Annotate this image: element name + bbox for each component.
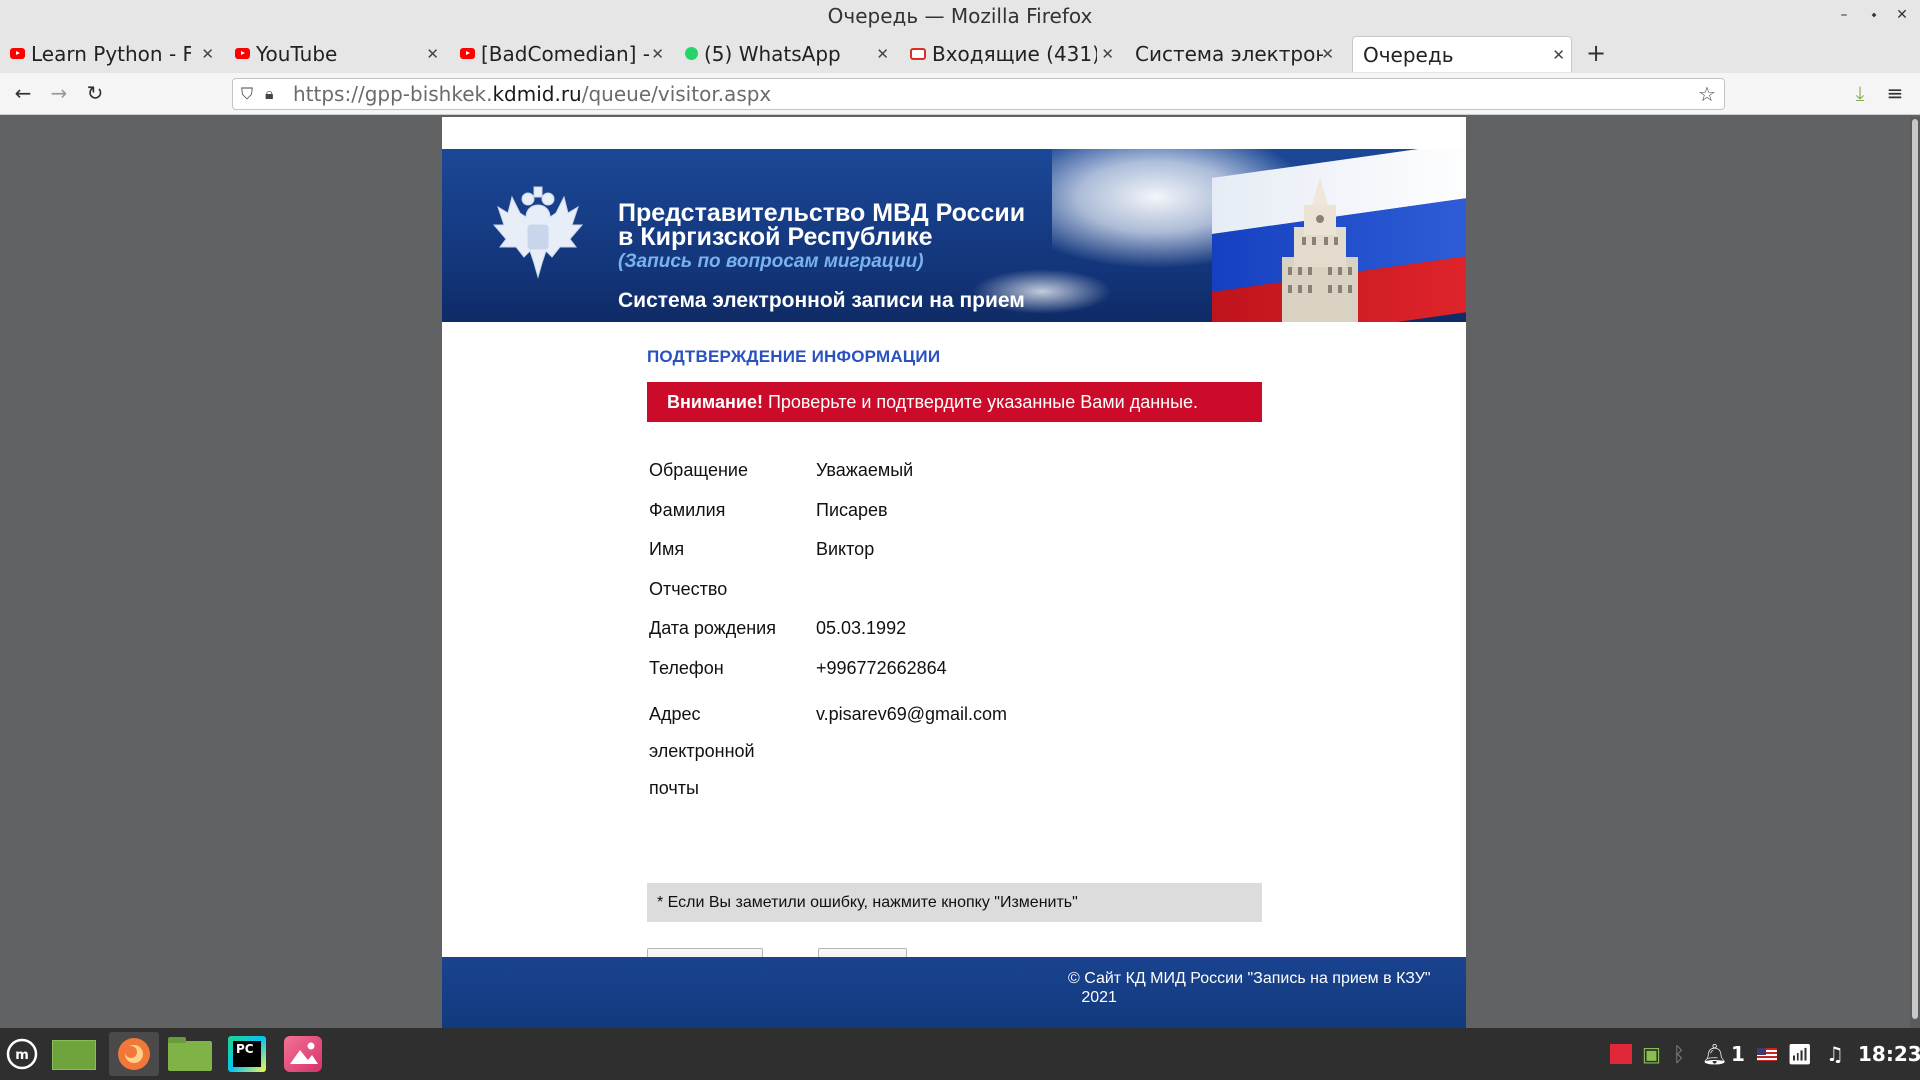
new-tab-button[interactable]: +	[1586, 33, 1606, 73]
field-label: Телефон	[649, 657, 724, 678]
field-label: Дата рождения	[649, 618, 776, 638]
alert-heading: Внимание!	[667, 392, 763, 412]
tab-youtube[interactable]: YouTube ✕	[225, 36, 445, 72]
clock[interactable]: 18:23	[1858, 1028, 1920, 1080]
mint-menu-icon[interactable]: m	[0, 1032, 46, 1076]
workspace-indicator[interactable]: 1	[1731, 1028, 1745, 1080]
banner-system-name: Система электронной записи на прием	[618, 289, 1025, 312]
navigation-bar: ← → ↻ ⛉ 🔒︎ https://gpp-bishkek.kdmid.ru/…	[0, 73, 1920, 115]
warning-alert: Внимание! Проверьте и подтвердите указан…	[647, 382, 1262, 422]
menu-icon[interactable]: ≡	[1880, 78, 1910, 108]
forward-button[interactable]: →	[44, 78, 74, 108]
section-title: ПОДТВЕРЖДЕНИЕ ИНФОРМАЦИИ	[647, 347, 941, 366]
reload-button[interactable]: ↻	[80, 78, 110, 108]
tab-queue-system[interactable]: Система электронн ✕	[1125, 36, 1340, 72]
field-label: Имя	[649, 539, 685, 559]
close-tab-icon[interactable]: ✕	[876, 36, 889, 72]
tab-gmail[interactable]: Входящие (431) - ✕	[900, 36, 1120, 72]
youtube-icon	[460, 48, 475, 59]
shield-icon[interactable]: ⛉	[241, 79, 253, 109]
close-tab-icon[interactable]: ✕	[1321, 36, 1334, 72]
table-row: Фамилия Писарев	[649, 499, 1249, 539]
close-tab-icon[interactable]: ✕	[651, 36, 664, 72]
sound-icon[interactable]: ♫	[1826, 1028, 1844, 1080]
table-row: Адрес электронной почты v.pisarev69@gmai…	[649, 696, 1249, 807]
header-banner: Представительство МВД России в Киргизско…	[442, 149, 1466, 322]
tab-active-queue[interactable]: Очередь ✕	[1352, 36, 1572, 72]
close-tab-icon[interactable]: ✕	[1552, 37, 1565, 72]
page-footer: © Сайт КД МИД России "Запись на прием в …	[442, 957, 1466, 1028]
window-titlebar: Очередь — Mozilla Firefox – ⬩ ✕	[0, 0, 1920, 33]
page-scrollbar[interactable]	[1910, 117, 1920, 1028]
window-title: Очередь — Mozilla Firefox	[827, 4, 1093, 28]
tab-badcomedian[interactable]: [BadComedian] - E ✕	[450, 36, 670, 72]
field-value: Писарев	[816, 499, 888, 520]
url-text[interactable]: https://gpp-bishkek.kdmid.ru/queue/visit…	[293, 79, 771, 109]
youtube-icon	[235, 48, 250, 59]
tab-whatsapp[interactable]: (5) WhatsApp ✕	[675, 36, 895, 72]
close-tab-icon[interactable]: ✕	[426, 36, 439, 72]
confirmation-form: ПОДТВЕРЖДЕНИЕ ИНФОРМАЦИИ Внимание! Прове…	[647, 347, 1267, 984]
keyboard-layout-flag-icon[interactable]	[1757, 1028, 1777, 1080]
update-manager-icon[interactable]	[1610, 1028, 1632, 1080]
minimize-button[interactable]: –	[1832, 0, 1856, 30]
field-value: v.pisarev69@gmail.com	[816, 704, 1008, 724]
page-content: Представительство МВД России в Киргизско…	[442, 117, 1466, 1028]
ministry-building-image	[1282, 177, 1358, 322]
field-label: Фамилия	[649, 499, 726, 520]
gmail-icon	[910, 47, 926, 60]
close-tab-icon[interactable]: ✕	[1101, 36, 1114, 72]
show-desktop-icon[interactable]	[50, 1032, 96, 1076]
field-label: Обращение	[649, 460, 748, 480]
coat-of-arms-icon	[492, 186, 584, 279]
files-icon[interactable]	[166, 1032, 212, 1076]
notifications-icon[interactable]: 🔔︎	[1702, 1028, 1727, 1080]
field-value: 05.03.1992	[816, 618, 907, 638]
banner-subtitle: (Запись по вопросам миграции)	[618, 251, 924, 272]
table-row: Дата рождения 05.03.1992	[649, 617, 1249, 657]
maximize-button[interactable]: ⬩	[1862, 0, 1886, 30]
field-label: Отчество	[649, 578, 728, 599]
wifi-icon[interactable]: 📶︎	[1787, 1028, 1812, 1080]
lock-icon[interactable]: 🔒︎	[265, 79, 274, 109]
tab-bar: Learn Python - Fu ✕ YouTube ✕ [BadComedi…	[0, 33, 1920, 73]
info-table: Обращение Уважаемый Фамилия Писарев Имя …	[649, 459, 1249, 807]
downloads-icon[interactable]: ⤓	[1845, 78, 1875, 108]
alert-message: Проверьте и подтвердите указанные Вами д…	[762, 392, 1199, 412]
taskbar: m PC ▣ ᛒ 🔔︎ 1 📶︎ ♫ 18:23	[0, 1028, 1920, 1080]
firefox-icon[interactable]	[109, 1032, 159, 1076]
bluetooth-icon[interactable]: ᛒ	[1673, 1028, 1685, 1080]
banner-title-line2: в Киргизской Республике	[618, 223, 933, 251]
close-tab-icon[interactable]: ✕	[201, 36, 214, 72]
table-row: Отчество	[649, 578, 1249, 618]
footer-copyright: © Сайт КД МИД России "Запись на прием в …	[1068, 970, 1431, 1006]
tab-learn-python[interactable]: Learn Python - Fu ✕	[0, 36, 220, 72]
pycharm-icon[interactable]: PC	[224, 1032, 270, 1076]
network-manager-icon[interactable]: ▣	[1642, 1028, 1661, 1080]
field-value: Уважаемый	[816, 460, 914, 480]
field-label: Адрес электронной почты	[649, 704, 755, 798]
table-row: Обращение Уважаемый	[649, 459, 1249, 499]
image-viewer-icon[interactable]	[280, 1032, 326, 1076]
back-button[interactable]: ←	[8, 78, 38, 108]
field-value	[816, 578, 1249, 618]
table-row: Телефон +996772662864	[649, 657, 1249, 697]
table-row: Имя Виктор	[649, 538, 1249, 578]
field-value: Виктор	[816, 539, 875, 559]
error-note: * Если Вы заметили ошибку, нажмите кнопк…	[647, 883, 1262, 922]
youtube-icon	[10, 48, 25, 59]
address-bar[interactable]: ⛉ 🔒︎ https://gpp-bishkek.kdmid.ru/queue/…	[232, 78, 1725, 110]
whatsapp-icon	[685, 47, 698, 60]
scrollbar-thumb[interactable]	[1912, 119, 1918, 1019]
svg-text:m: m	[15, 1048, 29, 1063]
close-window-button[interactable]: ✕	[1890, 0, 1914, 30]
field-value: +996772662864	[816, 657, 947, 678]
bookmark-star-icon[interactable]: ☆	[1698, 79, 1716, 109]
